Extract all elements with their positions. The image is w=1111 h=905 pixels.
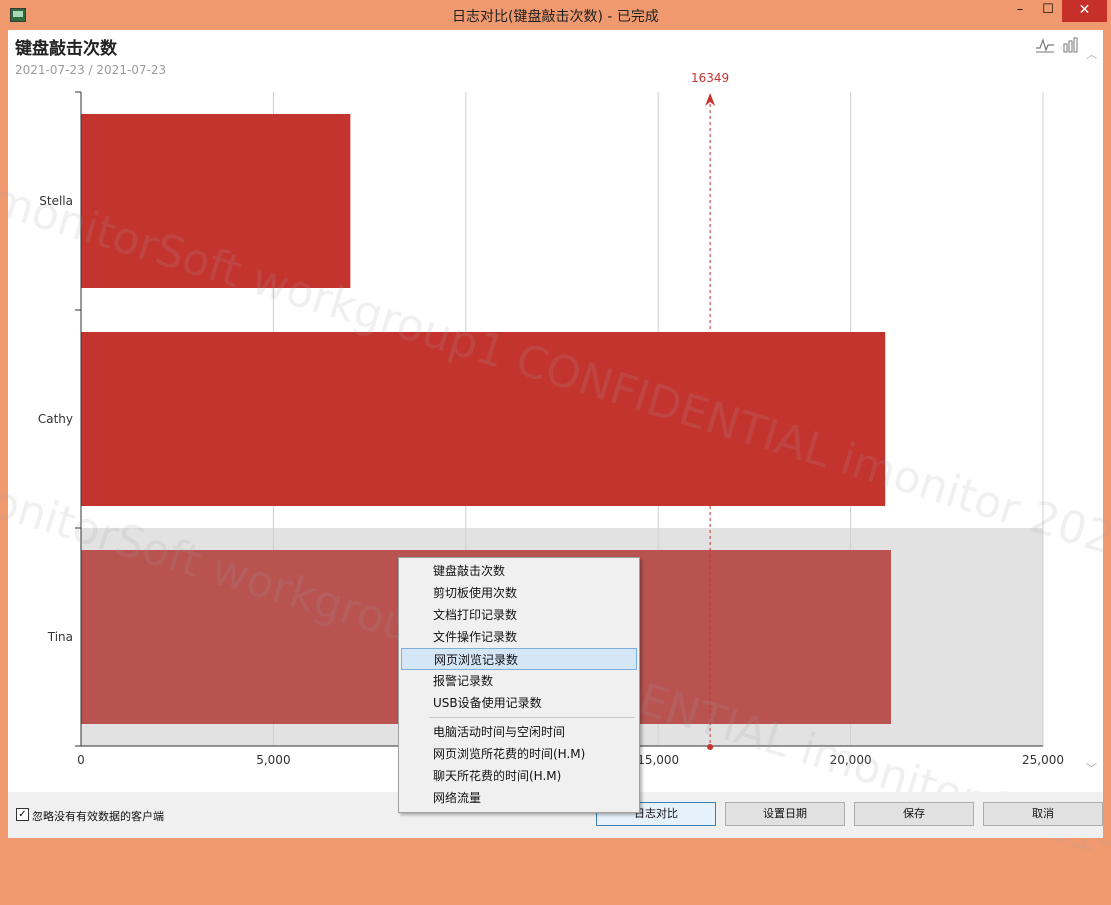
ignore-empty-label: 忽略没有有效数据的客户端: [32, 810, 164, 823]
minimize-button[interactable]: –: [1006, 0, 1034, 22]
context-menu: 键盘敲击次数 剪切板使用次数 文档打印记录数 文件操作记录数 网页浏览记录数 报…: [398, 557, 640, 813]
bar-cathy: [81, 332, 886, 506]
menu-item-keystrokes[interactable]: 键盘敲击次数: [401, 560, 637, 582]
close-button[interactable]: ✕: [1062, 0, 1107, 22]
y-tick-label: Tina: [47, 630, 73, 644]
x-tick-label: 0: [77, 753, 85, 767]
menu-item-web-time[interactable]: 网页浏览所花费的时间(H.M): [401, 743, 637, 765]
bar-stella: [81, 114, 351, 288]
menu-item-print[interactable]: 文档打印记录数: [401, 604, 637, 626]
menu-item-web-browsing[interactable]: 网页浏览记录数: [401, 648, 637, 670]
reference-label: 16349: [691, 71, 729, 85]
y-tick-label: Cathy: [38, 412, 73, 426]
y-tick-label: Stella: [39, 194, 73, 208]
x-tick-label: 25,000: [1022, 753, 1064, 767]
cancel-button[interactable]: 取消: [983, 802, 1103, 826]
menu-separator: [429, 717, 635, 718]
x-tick-label: 15,000: [637, 753, 679, 767]
menu-item-network-traffic[interactable]: 网络流量: [401, 787, 637, 809]
save-button[interactable]: 保存: [854, 802, 974, 826]
ignore-empty-checkbox[interactable]: ✓: [16, 808, 29, 821]
maximize-button[interactable]: ☐: [1034, 0, 1062, 22]
menu-item-usb[interactable]: USB设备使用记录数: [401, 692, 637, 714]
menu-item-file-ops[interactable]: 文件操作记录数: [401, 626, 637, 648]
menu-item-clipboard[interactable]: 剪切板使用次数: [401, 582, 637, 604]
reference-dot: [707, 744, 714, 750]
scroll-down-icon[interactable]: ﹀: [1086, 760, 1097, 776]
menu-item-alerts[interactable]: 报警记录数: [401, 670, 637, 692]
menu-item-chat-time[interactable]: 聊天所花费的时间(H.M): [401, 765, 637, 787]
window-titlebar: 日志对比(键盘敲击次数) - 已完成 – ☐ ✕: [0, 0, 1111, 30]
set-date-button[interactable]: 设置日期: [725, 802, 845, 826]
menu-item-active-idle-time[interactable]: 电脑活动时间与空闲时间: [401, 721, 637, 743]
x-tick-label: 5,000: [256, 753, 290, 767]
scroll-up-icon[interactable]: ︿: [1086, 46, 1097, 62]
x-tick-label: 20,000: [830, 753, 872, 767]
window-title: 日志对比(键盘敲击次数) - 已完成: [452, 9, 659, 25]
